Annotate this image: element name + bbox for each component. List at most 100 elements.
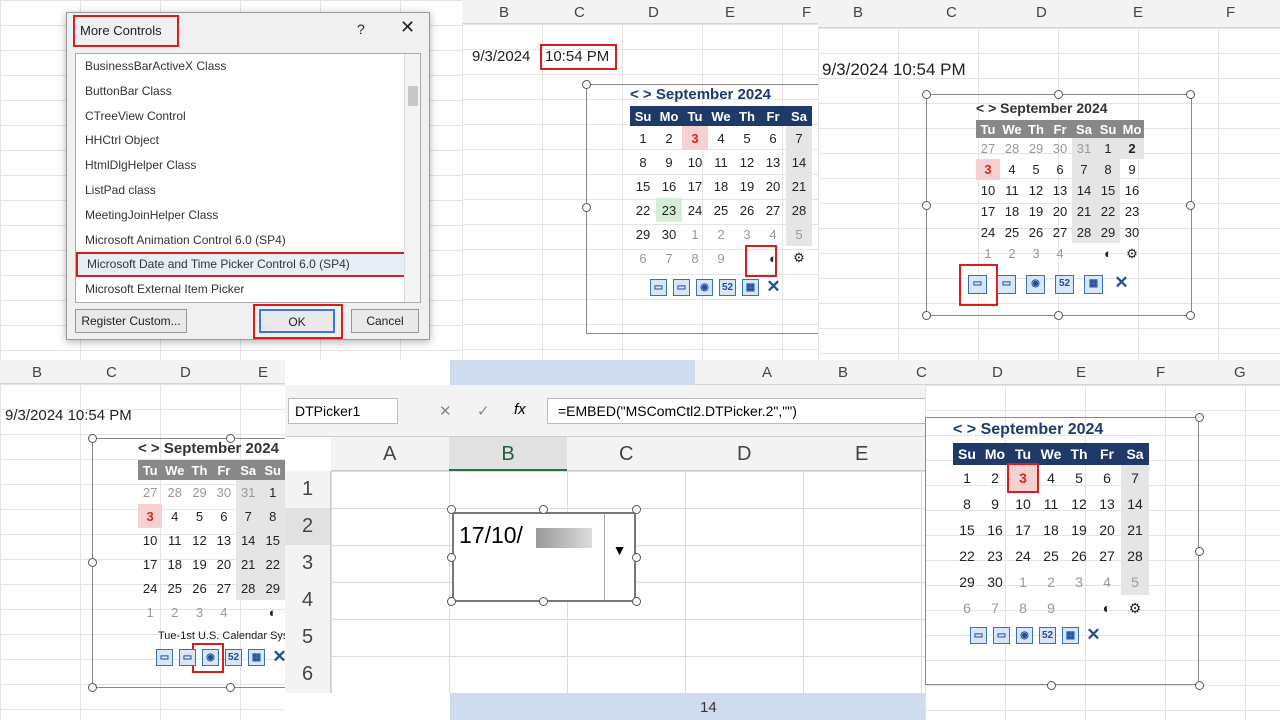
day-cell[interactable]: 29 xyxy=(187,480,211,504)
day-cell[interactable]: 26 xyxy=(734,198,760,222)
day-cell[interactable]: 24 xyxy=(682,198,708,222)
cancel-button[interactable]: Cancel xyxy=(351,309,419,333)
day-cell[interactable]: 25 xyxy=(708,198,734,222)
resize-handle[interactable] xyxy=(1186,311,1195,320)
day-cell[interactable]: 23 xyxy=(656,198,682,222)
calendar[interactable]: < > September 2024 Tu We Th Fr Sa Su Mo 27 28 29… xyxy=(976,100,1144,264)
day-cell[interactable]: 15 xyxy=(1096,180,1120,201)
day-cell[interactable]: 3 xyxy=(976,159,1000,180)
day-cell[interactable]: 18 xyxy=(1000,201,1024,222)
dropdown-button[interactable]: ▼ xyxy=(604,514,634,600)
calendar[interactable]: < > September 2024 Tu We Th Fr Sa Su 27 28 29 30… xyxy=(138,440,285,624)
day-cell[interactable]: 6 xyxy=(953,595,981,621)
day-cell[interactable]: 9 xyxy=(1120,159,1144,180)
day-cell[interactable]: 29 xyxy=(260,576,285,600)
row-header[interactable]: 4 xyxy=(285,582,330,619)
day-cell[interactable]: 21 xyxy=(786,174,812,198)
day-cell[interactable]: 15 xyxy=(953,517,981,543)
day-cell[interactable]: 7 xyxy=(235,504,261,528)
day-cell[interactable]: 4 xyxy=(1048,243,1072,264)
copy-icon[interactable]: ▭ xyxy=(993,627,1010,644)
day-cell[interactable]: 30 xyxy=(981,569,1009,595)
resize-handle[interactable] xyxy=(88,434,97,443)
day-cell[interactable]: 11 xyxy=(162,528,187,552)
resize-handle[interactable] xyxy=(88,558,97,567)
week-number-icon[interactable]: 52 xyxy=(1039,627,1056,644)
close-icon[interactable]: ✕ xyxy=(1085,626,1102,644)
list-item[interactable]: MeetingJoinHelper Class xyxy=(76,203,420,228)
day-cell[interactable]: 26 xyxy=(1024,222,1048,243)
day-cell[interactable]: 7 xyxy=(786,126,812,150)
resize-handle[interactable] xyxy=(1054,90,1063,99)
day-cell[interactable]: 5 xyxy=(1065,465,1093,491)
resize-handle[interactable] xyxy=(1195,547,1204,556)
day-cell[interactable]: 3 xyxy=(682,126,708,150)
day-cell[interactable]: 28 xyxy=(1121,543,1149,569)
day-cell[interactable]: 17 xyxy=(138,552,162,576)
day-cell[interactable]: 2 xyxy=(656,126,682,150)
list-item[interactable]: ButtonBar Class xyxy=(76,79,420,104)
week-number-icon[interactable]: 52 xyxy=(225,649,242,666)
day-cell[interactable]: 28 xyxy=(1072,222,1096,243)
day-cell[interactable]: 9 xyxy=(656,150,682,174)
day-cell[interactable]: 1 xyxy=(138,600,162,624)
row-header[interactable]: 6 xyxy=(285,656,330,693)
day-cell[interactable]: 8 xyxy=(630,150,656,174)
day-cell[interactable]: 7 xyxy=(1121,465,1149,491)
scroll-thumb[interactable] xyxy=(408,86,418,106)
day-cell[interactable]: 16 xyxy=(981,517,1009,543)
day-cell[interactable]: 13 xyxy=(1048,180,1072,201)
day-cell[interactable]: 2 xyxy=(1120,138,1144,159)
day-cell[interactable]: 30 xyxy=(656,222,682,246)
close-icon[interactable]: ✕ xyxy=(1113,274,1130,292)
day-cell[interactable]: 4 xyxy=(212,600,236,624)
day-cell[interactable]: ⚙ xyxy=(1120,243,1144,264)
day-cell[interactable]: 1 xyxy=(630,126,656,150)
day-cell[interactable]: 1 xyxy=(260,480,285,504)
day-cell[interactable]: ◐ xyxy=(260,600,285,624)
day-cell[interactable]: 6 xyxy=(760,126,786,150)
day-cell[interactable]: 5 xyxy=(786,222,812,246)
resize-handle[interactable] xyxy=(632,505,641,514)
restore-icon[interactable]: ▭ xyxy=(156,649,173,666)
close-icon[interactable]: ✕ xyxy=(765,278,782,296)
resize-handle[interactable] xyxy=(447,597,456,606)
day-cell[interactable]: 14 xyxy=(1121,491,1149,517)
day-cell[interactable]: 22 xyxy=(260,552,285,576)
resize-handle[interactable] xyxy=(922,201,931,210)
nav-arrows[interactable]: < > xyxy=(630,86,652,103)
column-header[interactable]: B xyxy=(449,437,567,471)
copy-icon[interactable]: ▭ xyxy=(179,649,196,666)
column-header[interactable]: C xyxy=(619,443,633,466)
day-cell[interactable]: 23 xyxy=(981,543,1009,569)
resize-handle[interactable] xyxy=(1047,681,1056,690)
day-cell[interactable]: 10 xyxy=(976,180,1000,201)
day-cell[interactable]: 28 xyxy=(1000,138,1024,159)
column-header[interactable]: E xyxy=(855,443,868,466)
calendar[interactable]: < > September 2024 Su Mo Tu We Th Fr Sa 123456… xyxy=(953,421,1149,621)
day-cell[interactable]: 1 xyxy=(1096,138,1120,159)
day-cell[interactable]: 8 xyxy=(260,504,285,528)
day-cell[interactable] xyxy=(1065,595,1093,621)
controls-list[interactable]: BusinessBarActiveX Class ButtonBar Class… xyxy=(75,53,421,303)
day-cell[interactable]: 1 xyxy=(682,222,708,246)
day-cell[interactable]: 29 xyxy=(630,222,656,246)
function-icon[interactable]: fx xyxy=(514,401,526,418)
resize-handle[interactable] xyxy=(1195,413,1204,422)
globe-icon[interactable]: ◉ xyxy=(696,279,713,296)
day-cell[interactable]: 12 xyxy=(1024,180,1048,201)
day-cell[interactable]: 1 xyxy=(1009,569,1037,595)
day-cell[interactable]: 17 xyxy=(1009,517,1037,543)
day-cell[interactable]: 8 xyxy=(953,491,981,517)
globe-icon[interactable]: ◉ xyxy=(1016,627,1033,644)
calendar-icon[interactable]: ▦ xyxy=(742,279,759,296)
resize-handle[interactable] xyxy=(922,311,931,320)
day-cell[interactable]: 20 xyxy=(1048,201,1072,222)
formula-input[interactable]: =EMBED("MSComCtl2.DTPicker.2","") xyxy=(547,398,925,424)
day-cell[interactable]: 18 xyxy=(1037,517,1065,543)
list-item[interactable]: BusinessBarActiveX Class xyxy=(76,54,420,79)
day-cell[interactable]: 19 xyxy=(1065,517,1093,543)
calendar-icon[interactable]: ▦ xyxy=(1062,627,1079,644)
resize-handle[interactable] xyxy=(632,597,641,606)
day-cell[interactable]: 14 xyxy=(1072,180,1096,201)
